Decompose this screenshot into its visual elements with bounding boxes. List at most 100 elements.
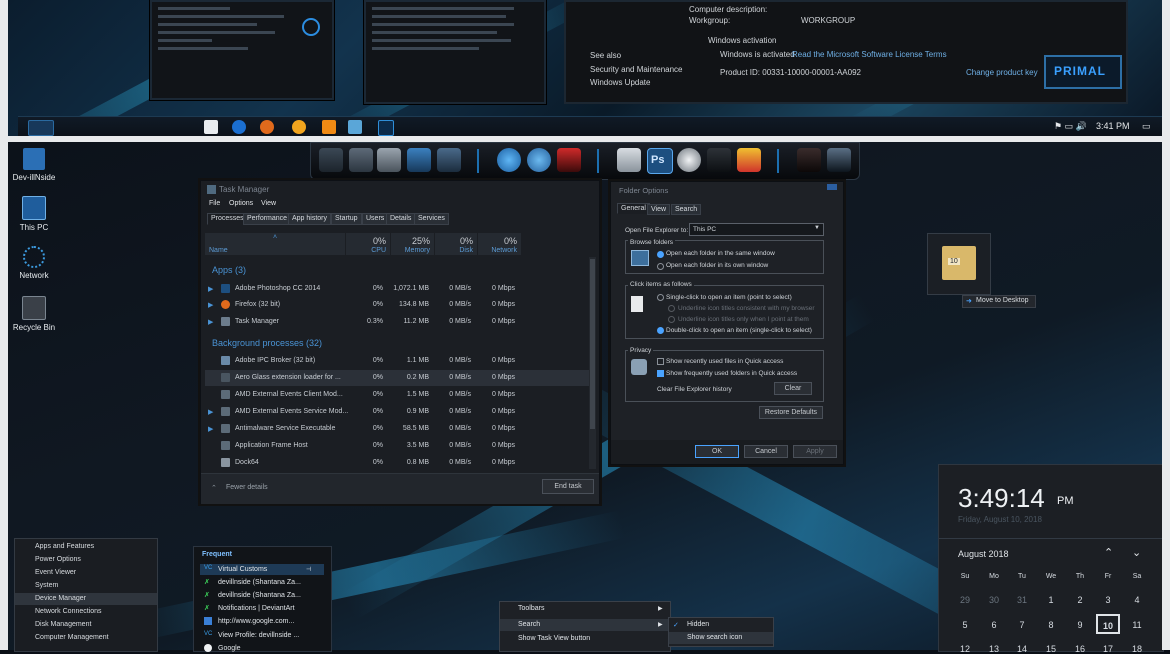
- menu-item[interactable]: Computer Management: [35, 634, 109, 641]
- calendar-day[interactable]: 18: [1125, 644, 1149, 654]
- change-product-key-link[interactable]: Change product key: [966, 68, 1038, 77]
- globe-icon[interactable]: [497, 148, 521, 172]
- menu-item[interactable]: Apps and Features: [35, 543, 94, 550]
- tab-general[interactable]: General: [617, 203, 650, 214]
- firefox-icon[interactable]: [260, 120, 274, 134]
- trash-icon[interactable]: [377, 148, 401, 172]
- submenu-item-hidden[interactable]: Hidden: [687, 621, 709, 628]
- menu-item[interactable]: Device Manager: [35, 595, 86, 602]
- expand-icon[interactable]: ▶: [208, 301, 213, 309]
- calendar-day[interactable]: 14: [1010, 644, 1034, 654]
- photoshop-icon[interactable]: Ps: [647, 148, 673, 174]
- expand-icon[interactable]: ▶: [208, 318, 213, 326]
- desktop-icon-this-pc[interactable]: This PC: [6, 196, 62, 232]
- menu-item[interactable]: Disk Management: [35, 621, 91, 628]
- expand-icon[interactable]: ▶: [208, 425, 213, 433]
- expand-icon[interactable]: ▶: [208, 285, 213, 293]
- calendar-day[interactable]: 3: [1096, 595, 1120, 605]
- tab-startup[interactable]: Startup: [331, 213, 362, 225]
- calendar-day[interactable]: 17: [1096, 644, 1120, 654]
- calendar-day[interactable]: 16: [1068, 644, 1092, 654]
- menu-item[interactable]: Power Options: [35, 556, 81, 563]
- calendar-day[interactable]: 1: [1039, 595, 1063, 605]
- table-row[interactable]: Aero Glass extension loader for ... 0% 0…: [205, 370, 591, 386]
- table-row[interactable]: ▶ Antimalware Service Executable 0% 58.5…: [205, 421, 591, 437]
- tab-search[interactable]: Search: [671, 204, 702, 215]
- tab-services[interactable]: Services: [414, 213, 449, 225]
- window-thumbnail[interactable]: [150, 0, 334, 100]
- calendar-day[interactable]: 9: [1068, 620, 1092, 630]
- calendar-next-icon[interactable]: ⌄: [1132, 546, 1141, 559]
- desktop-icon-user-folder[interactable]: Dev-illNside: [6, 148, 62, 182]
- radio-double-click[interactable]: [657, 327, 664, 334]
- jump-item[interactable]: View Profile: devillnside ...: [218, 632, 299, 639]
- menu-item[interactable]: System: [35, 582, 58, 589]
- restore-defaults-button[interactable]: Restore Defaults: [759, 406, 823, 419]
- jump-item[interactable]: devillnside (Shantana Za...: [218, 592, 301, 599]
- settings-icon[interactable]: [437, 148, 461, 172]
- tab-details[interactable]: Details: [386, 213, 416, 225]
- calendar-day[interactable]: 7: [1010, 620, 1034, 630]
- taskbar-clock[interactable]: 3:41 PM: [1096, 121, 1130, 131]
- column-cpu[interactable]: 0% CPU: [346, 233, 391, 255]
- store-icon[interactable]: [204, 120, 218, 134]
- table-row[interactable]: ▶ Firefox (32 bit) 0% 134.8 MB 0 MB/s 0 …: [205, 297, 591, 313]
- amd-icon[interactable]: [557, 148, 581, 172]
- checkbox-recent-files[interactable]: [657, 358, 664, 365]
- windows-update-link[interactable]: Windows Update: [590, 78, 650, 87]
- hammer-icon[interactable]: [617, 148, 641, 172]
- dragged-folder[interactable]: 10: [927, 233, 991, 295]
- calendar-day[interactable]: 2: [1068, 595, 1092, 605]
- radio-own-window[interactable]: [657, 263, 664, 270]
- column-name[interactable]: ˄ Name: [205, 233, 346, 255]
- clear-button[interactable]: Clear: [774, 382, 812, 395]
- checkbox-frequent-folders[interactable]: [657, 370, 664, 377]
- tab-performance[interactable]: Performance: [243, 213, 292, 225]
- jump-item[interactable]: Google: [218, 645, 241, 652]
- calendar-day[interactable]: 4: [1125, 595, 1149, 605]
- pin-icon[interactable]: ⊣: [306, 566, 311, 573]
- window-thumbnail[interactable]: [364, 0, 546, 104]
- calendar-day[interactable]: 11: [1125, 620, 1149, 630]
- table-row[interactable]: AMD External Events Client Mod... 0% 1.5…: [205, 387, 591, 403]
- photoshop-icon[interactable]: [378, 120, 394, 136]
- fewer-details-link[interactable]: Fewer details: [226, 484, 268, 491]
- column-memory[interactable]: 25% Memory: [391, 233, 435, 255]
- submenu-item-search-icon[interactable]: Show search icon: [687, 634, 742, 641]
- calendar-day[interactable]: 8: [1039, 620, 1063, 630]
- apply-button[interactable]: Apply: [793, 445, 837, 458]
- radio-same-window[interactable]: [657, 251, 664, 258]
- calendar-day[interactable]: 15: [1039, 644, 1063, 654]
- jump-item[interactable]: devillnside (Shantana Za...: [218, 579, 301, 586]
- jump-item[interactable]: Virtual Customs: [218, 566, 267, 573]
- fx-icon[interactable]: [677, 148, 701, 172]
- menu-options[interactable]: Options: [229, 200, 253, 207]
- table-row[interactable]: Application Frame Host 0% 3.5 MB 0 MB/s …: [205, 438, 591, 454]
- tab-users[interactable]: Users: [362, 213, 389, 225]
- calendar-day[interactable]: 13: [982, 644, 1006, 654]
- calendar-day[interactable]: 6: [982, 620, 1006, 630]
- menu-item[interactable]: Network Connections: [35, 608, 102, 615]
- column-network[interactable]: 0% Network: [478, 233, 522, 255]
- vlc-icon[interactable]: [322, 120, 336, 134]
- folder-icon[interactable]: [348, 120, 362, 134]
- calendar-day[interactable]: 12: [953, 644, 977, 654]
- web-icon[interactable]: [527, 148, 551, 172]
- expand-icon[interactable]: ▶: [208, 408, 213, 416]
- scrollbar-thumb[interactable]: [590, 259, 595, 429]
- menu-item-task-view[interactable]: Show Task View button: [518, 635, 590, 642]
- tab-view[interactable]: View: [647, 204, 671, 215]
- mass-effect-icon[interactable]: [827, 148, 851, 172]
- radio-underline-browser[interactable]: [668, 305, 675, 312]
- table-row[interactable]: ▶ AMD External Events Service Mod... 0% …: [205, 404, 591, 420]
- menu-file[interactable]: File: [209, 200, 220, 207]
- radio-underline-point[interactable]: [668, 316, 675, 323]
- tools-icon[interactable]: [319, 148, 343, 172]
- desktop-icon-network[interactable]: Network: [6, 246, 62, 280]
- collapse-icon[interactable]: ⌃: [211, 484, 217, 492]
- calendar-day[interactable]: 5: [953, 620, 977, 630]
- table-row[interactable]: ▶ Adobe Photoshop CC 2014 0% 1,072.1 MB …: [205, 281, 591, 297]
- pen-icon[interactable]: [349, 148, 373, 172]
- cancel-button[interactable]: Cancel: [744, 445, 788, 458]
- menu-item-toolbars[interactable]: Toolbars: [518, 605, 544, 612]
